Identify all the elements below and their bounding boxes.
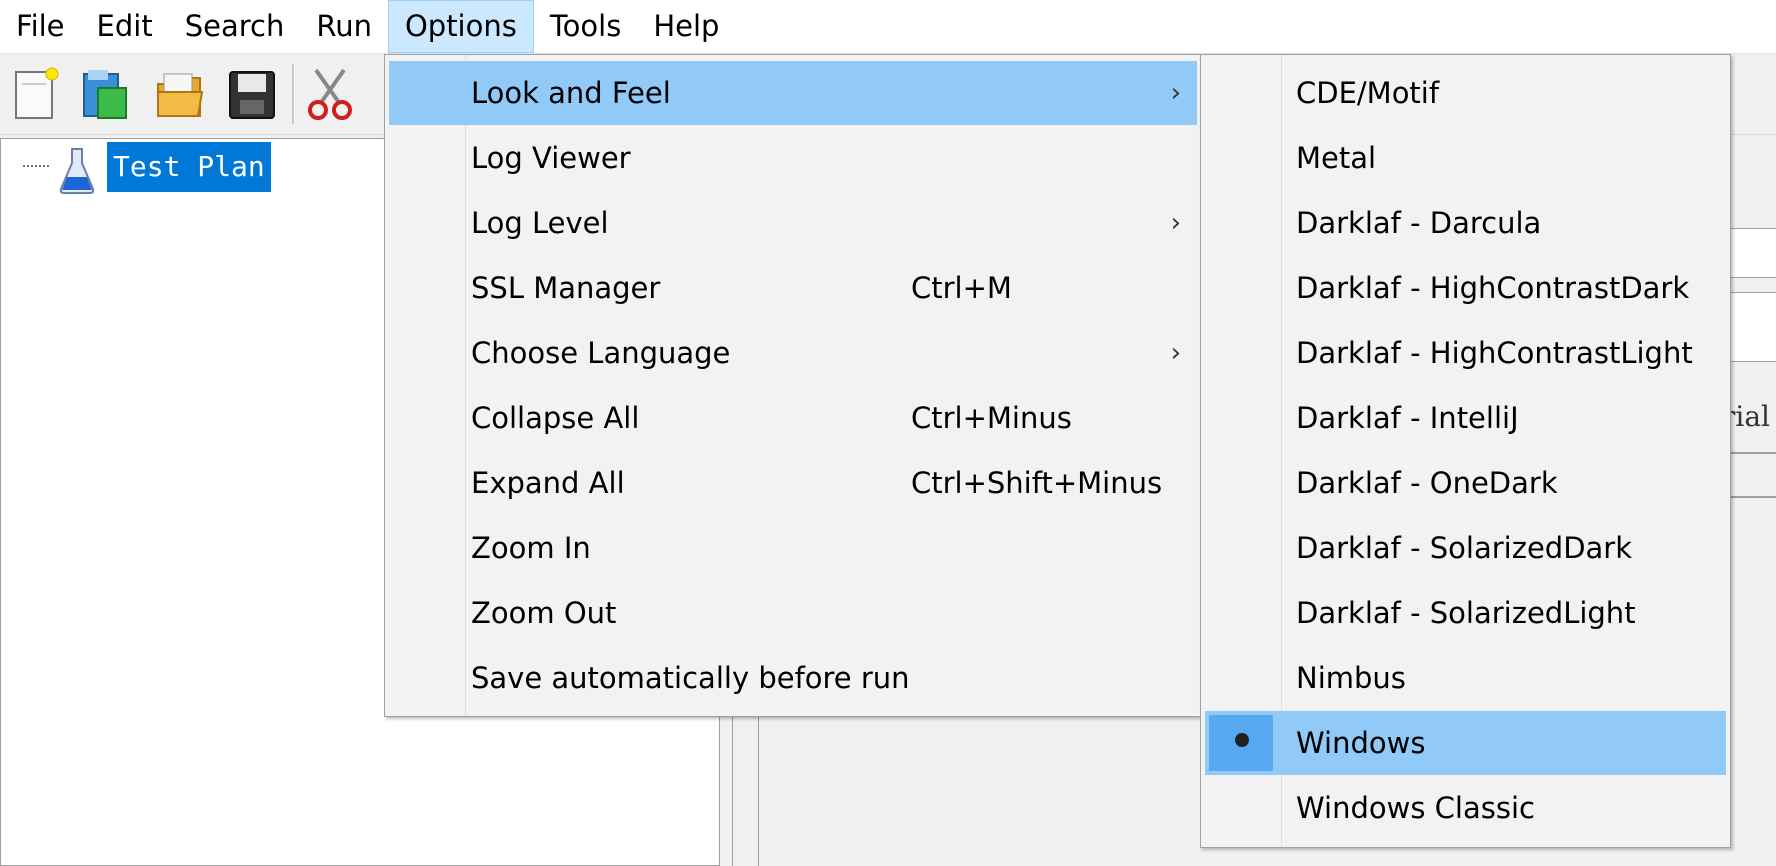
flask-icon	[59, 148, 95, 194]
menu-item-label: Save automatically before run	[471, 661, 910, 695]
laf-item-metal[interactable]: Metal	[1205, 126, 1726, 190]
menu-run[interactable]: Run	[300, 0, 388, 53]
menu-file[interactable]: File	[0, 0, 81, 53]
laf-item-darklaf-darcula[interactable]: Darklaf - Darcula	[1205, 191, 1726, 255]
menu-bar: File Edit Search Run Options Tools Help	[0, 0, 1776, 54]
menu-item-label: Darklaf - Darcula	[1296, 206, 1542, 240]
save-icon[interactable]	[226, 66, 278, 122]
menu-item-label: Choose Language	[471, 336, 731, 370]
menu-item-label: Darklaf - SolarizedLight	[1296, 596, 1636, 630]
tree-connector	[23, 165, 49, 167]
right-pane-divider	[1728, 452, 1776, 454]
laf-item-darklaf-highcontrastlight[interactable]: Darklaf - HighContrastLight	[1205, 321, 1726, 385]
right-pane-field[interactable]	[1728, 292, 1776, 362]
templates-icon[interactable]	[78, 66, 130, 122]
submenu-arrow-icon: ›	[1170, 78, 1181, 108]
menu-item-label: Darklaf - HighContrastDark	[1296, 271, 1690, 305]
laf-item-darklaf-solarizedlight[interactable]: Darklaf - SolarizedLight	[1205, 581, 1726, 645]
menu-item-label: Nimbus	[1296, 661, 1406, 695]
menu-item-log-viewer[interactable]: Log Viewer	[389, 126, 1197, 190]
menu-item-label: CDE/Motif	[1296, 76, 1440, 110]
menu-item-log-level[interactable]: Log Level ›	[389, 191, 1197, 255]
menu-item-ssl-manager[interactable]: SSL Manager Ctrl+M	[389, 256, 1197, 320]
menu-item-label: Windows Classic	[1296, 791, 1535, 825]
menu-item-label: Windows	[1296, 726, 1426, 760]
menu-item-label: Expand All	[471, 466, 625, 500]
laf-item-cde-motif[interactable]: CDE/Motif	[1205, 61, 1726, 125]
submenu-arrow-icon: ›	[1170, 338, 1181, 368]
menu-search[interactable]: Search	[169, 0, 301, 53]
new-document-icon[interactable]	[12, 66, 64, 122]
menu-item-label: Darklaf - OneDark	[1296, 466, 1558, 500]
menu-item-label: Metal	[1296, 141, 1377, 175]
menu-options[interactable]: Options	[387, 0, 534, 53]
menu-item-shortcut: Ctrl+Minus	[911, 401, 1072, 435]
menu-item-label: Darklaf - IntelliJ	[1296, 401, 1519, 435]
menu-item-label: Log Viewer	[471, 141, 631, 175]
laf-item-darklaf-onedark[interactable]: Darklaf - OneDark	[1205, 451, 1726, 515]
menu-item-label: Zoom Out	[471, 596, 617, 630]
menu-item-shortcut: Ctrl+Shift+Minus	[911, 466, 1163, 500]
menu-item-label: SSL Manager	[471, 271, 661, 305]
radio-bullet-icon	[1235, 733, 1249, 747]
menu-tools[interactable]: Tools	[534, 0, 637, 53]
laf-item-windows[interactable]: Windows	[1205, 711, 1726, 775]
tree-node-test-plan[interactable]: Test Plan	[107, 142, 271, 192]
laf-item-nimbus[interactable]: Nimbus	[1205, 646, 1726, 710]
menu-item-label: Zoom In	[471, 531, 591, 565]
menu-item-collapse-all[interactable]: Collapse All Ctrl+Minus	[389, 386, 1197, 450]
menu-item-zoom-out[interactable]: Zoom Out	[389, 581, 1197, 645]
menu-help[interactable]: Help	[637, 0, 735, 53]
menu-edit[interactable]: Edit	[81, 0, 169, 53]
menu-item-look-and-feel[interactable]: Look and Feel ›	[389, 61, 1197, 125]
right-pane-field[interactable]	[1728, 228, 1776, 278]
laf-item-windows-classic[interactable]: Windows Classic	[1205, 776, 1726, 840]
toolbar-separator	[292, 64, 295, 124]
menu-item-label: Collapse All	[471, 401, 640, 435]
menu-item-expand-all[interactable]: Expand All Ctrl+Shift+Minus	[389, 451, 1197, 515]
menu-item-label: Darklaf - SolarizedDark	[1296, 531, 1633, 565]
menu-item-zoom-in[interactable]: Zoom In	[389, 516, 1197, 580]
open-folder-icon[interactable]	[154, 66, 206, 122]
cut-icon[interactable]	[304, 66, 356, 122]
menu-item-shortcut: Ctrl+M	[911, 271, 1012, 305]
menu-item-label: Look and Feel	[471, 76, 671, 110]
laf-item-darklaf-solarizeddark[interactable]: Darklaf - SolarizedDark	[1205, 516, 1726, 580]
menu-item-choose-language[interactable]: Choose Language ›	[389, 321, 1197, 385]
look-and-feel-submenu: CDE/Motif Metal Darklaf - Darcula Darkla…	[1200, 54, 1731, 848]
laf-item-darklaf-highcontrastdark[interactable]: Darklaf - HighContrastDark	[1205, 256, 1726, 320]
submenu-arrow-icon: ›	[1170, 208, 1181, 238]
menu-item-label: Darklaf - HighContrastLight	[1296, 336, 1693, 370]
right-pane-divider	[1728, 496, 1776, 498]
options-menu: Look and Feel › Log Viewer Log Level › S…	[384, 54, 1202, 717]
laf-item-darklaf-intellij[interactable]: Darklaf - IntelliJ	[1205, 386, 1726, 450]
menu-item-save-automatically[interactable]: Save automatically before run	[389, 646, 1197, 710]
menu-item-label: Log Level	[471, 206, 609, 240]
